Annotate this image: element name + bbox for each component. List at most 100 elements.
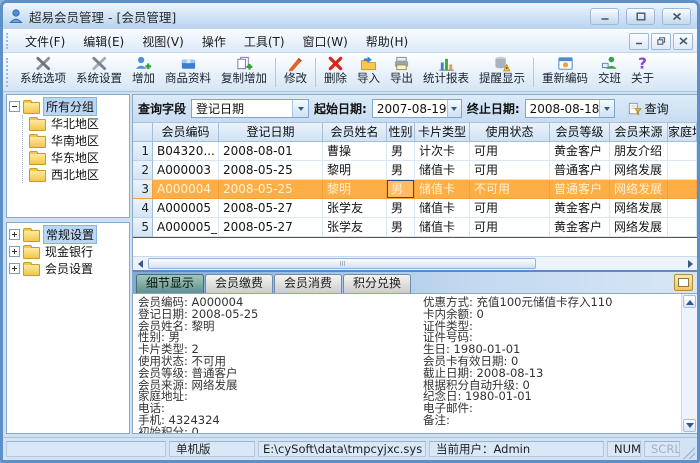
toolbar-button-copy-add[interactable]: 复制增加 [216, 54, 272, 91]
table-cell[interactable]: 男 [387, 199, 415, 218]
mdi-restore-button[interactable] [651, 32, 671, 50]
table-cell[interactable]: 2008-05-27 [219, 199, 323, 218]
table-cell[interactable]: 可用 [470, 142, 550, 161]
table-row[interactable]: 1 B04320... 2008-08-01 曹操 男 计次卡 可用 黄金客户 … [133, 142, 697, 161]
toolbar-button-system-settings[interactable]: 系统设置 [71, 54, 127, 91]
table-cell[interactable] [668, 218, 697, 237]
table-header-cell[interactable]: 使用状态 [470, 123, 550, 142]
tree-item-region-south[interactable]: 华南地区 [23, 132, 127, 149]
table-cell[interactable]: 2008-08-01 [219, 142, 323, 161]
table-cell[interactable]: 储值卡 [415, 180, 470, 199]
table-cell[interactable]: 网络发展 [610, 218, 668, 237]
table-cell[interactable]: 曹操 [323, 142, 387, 161]
table-cell[interactable]: 计次卡 [415, 142, 470, 161]
tree-item-cash-bank[interactable]: 现金银行 [9, 243, 127, 260]
table-header-cell[interactable]: 会员编码 [153, 123, 219, 142]
menu-item-file[interactable]: 文件(F) [16, 31, 74, 52]
toolbar-button-about[interactable]: ? 关于 [626, 54, 659, 91]
table-header-cell[interactable]: 会员来源 [610, 123, 668, 142]
table-cell[interactable]: 朋友介绍 [610, 142, 668, 161]
table-header-cell[interactable]: 卡片类型 [415, 123, 470, 142]
query-field-select[interactable]: 登记日期 [191, 99, 310, 118]
dropdown-button[interactable] [599, 100, 614, 117]
toolbar-button-report[interactable]: 统计报表 [418, 54, 474, 91]
scroll-down-button[interactable] [683, 419, 696, 432]
toolbar-button-recode[interactable]: 重新编码 [537, 54, 593, 91]
tree-item-region-east[interactable]: 华东地区 [23, 149, 127, 166]
tab-member-payment[interactable]: 会员缴费 [205, 274, 274, 293]
table-cell[interactable]: 黎明 [323, 161, 387, 180]
menubar-grip[interactable] [6, 33, 12, 49]
start-date-select[interactable]: 2007-08-19 [371, 99, 462, 118]
table-cell[interactable]: 储值卡 [415, 161, 470, 180]
tree-item-general-settings[interactable]: 常规设置 [9, 225, 127, 244]
maximize-button[interactable] [626, 7, 655, 25]
close-button[interactable] [662, 7, 691, 25]
table-cell[interactable]: 黄金客户 [550, 199, 610, 218]
table-cell[interactable]: 不可用 [470, 180, 550, 199]
table-cell[interactable]: B04320... [153, 142, 219, 161]
table-cell[interactable]: 张学友 [323, 199, 387, 218]
table-cell[interactable] [668, 161, 697, 180]
menu-item-window[interactable]: 窗口(W) [294, 31, 357, 52]
tree-item-region-north[interactable]: 华北地区 [23, 115, 127, 132]
scroll-up-button[interactable] [683, 295, 696, 308]
table-cell[interactable]: 2008-05-27 [219, 218, 323, 237]
search-button[interactable]: 查询 [624, 99, 673, 118]
table-cell[interactable]: 张学友 [323, 218, 387, 237]
table-cell[interactable]: 可用 [470, 218, 550, 237]
table-header-cell[interactable]: 会员等级 [550, 123, 610, 142]
table-cell[interactable]: A000005 [153, 199, 219, 218]
table-cell[interactable]: 黄金客户 [550, 142, 610, 161]
scroll-left-button[interactable] [133, 257, 146, 270]
end-date-select[interactable]: 2008-08-18 [524, 99, 615, 118]
table-cell[interactable]: A000004 [153, 180, 219, 199]
menu-item-view[interactable]: 视图(V) [133, 31, 193, 52]
mdi-close-button[interactable] [673, 32, 693, 50]
table-row[interactable]: 4 A000005 2008-05-27 张学友 男 储值卡 可用 黄金客户 网… [133, 199, 697, 218]
expand-icon[interactable] [9, 263, 20, 274]
table-cell[interactable]: 储值卡 [415, 218, 470, 237]
table-cell[interactable]: 黎明 [323, 180, 387, 199]
table-cell[interactable]: 可用 [470, 199, 550, 218]
resize-grip[interactable] [683, 447, 695, 459]
dropdown-button[interactable] [446, 100, 461, 117]
table-cell[interactable] [668, 142, 697, 161]
table-cell[interactable]: 2008-05-25 [219, 161, 323, 180]
table-cell[interactable]: 男 [387, 218, 415, 237]
tab-detail-display[interactable]: 细节显示 [136, 274, 205, 293]
expand-icon[interactable] [9, 229, 20, 240]
dropdown-button[interactable] [292, 100, 309, 117]
table-cell[interactable] [668, 180, 697, 199]
toolbar-button-delete[interactable]: 删除 [319, 54, 352, 91]
toolbar-button-system-options[interactable]: 系统选项 [15, 54, 71, 91]
toolbar-button-goods[interactable]: 商品资料 [160, 54, 216, 91]
scroll-right-button[interactable] [684, 257, 697, 270]
table-cell[interactable]: 男 [387, 161, 415, 180]
vertical-scrollbar[interactable] [681, 294, 697, 433]
table-cell[interactable]: A000003 [153, 161, 219, 180]
tree-item-all-groups[interactable]: 所有分组 [9, 97, 127, 116]
mdi-minimize-button[interactable] [629, 32, 649, 50]
table-header-cell[interactable]: 性别 [387, 123, 415, 142]
menu-item-edit[interactable]: 编辑(E) [74, 31, 133, 52]
horizontal-scrollbar[interactable] [133, 256, 697, 270]
toolbar-button-alert[interactable]: 提醒显示 [474, 54, 530, 91]
table-cell[interactable]: 普通客户 [550, 180, 610, 199]
table-cell[interactable]: 男 [387, 142, 415, 161]
table-cell[interactable]: 网络发展 [610, 161, 668, 180]
menu-item-help[interactable]: 帮助(H) [357, 31, 417, 52]
table-cell[interactable]: 网络发展 [610, 180, 668, 199]
menu-item-tools[interactable]: 工具(T) [235, 31, 294, 52]
toolbar-button-export[interactable]: 导出 [385, 54, 418, 91]
toolbar-button-add[interactable]: 增加 [127, 54, 160, 91]
table-header-cell[interactable]: 登记日期 [219, 123, 323, 142]
table-cell[interactable] [668, 199, 697, 218]
table-cell[interactable]: 黄金客户 [550, 218, 610, 237]
scrollbar-thumb[interactable] [148, 258, 536, 269]
table-header-cell[interactable]: 家庭地址 [668, 123, 697, 142]
minimize-button[interactable] [590, 7, 619, 25]
tab-points-exchange[interactable]: 积分兑换 [343, 274, 412, 293]
toolbar-button-edit[interactable]: 修改 [279, 54, 312, 91]
table-cell[interactable]: A000005_B [153, 218, 219, 237]
